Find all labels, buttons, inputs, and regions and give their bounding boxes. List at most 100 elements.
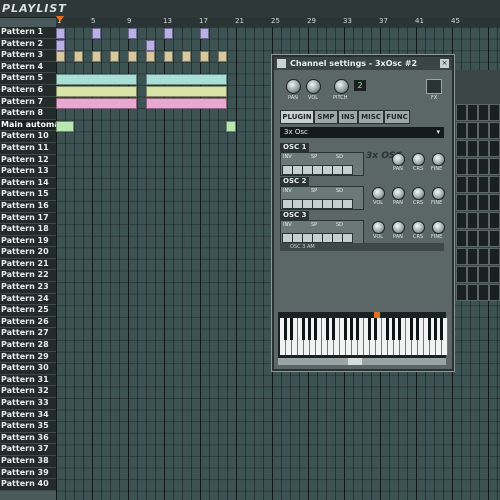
fx-icon[interactable]: [426, 79, 442, 94]
track-label[interactable]: Pattern 19: [0, 235, 56, 248]
step-button[interactable]: [467, 122, 478, 139]
track-label[interactable]: Pattern 20: [0, 247, 56, 259]
step-button[interactable]: [478, 230, 489, 247]
piano-black-key[interactable]: [314, 318, 317, 340]
pattern-clip[interactable]: [146, 74, 227, 86]
track-label[interactable]: Pattern 30: [0, 363, 56, 375]
step-button[interactable]: [456, 104, 467, 121]
step-button[interactable]: [478, 176, 489, 193]
pattern-clip[interactable]: [146, 39, 155, 51]
custom-wave-icon[interactable]: [342, 233, 353, 243]
channel-number[interactable]: 2: [354, 80, 366, 91]
osc-3-am-toggle[interactable]: OSC 3 AM: [280, 243, 444, 251]
step-button[interactable]: [478, 140, 489, 157]
pitch-knob[interactable]: [334, 79, 349, 94]
track-label[interactable]: Pattern 24: [0, 293, 56, 306]
step-button[interactable]: [456, 122, 467, 139]
step-button[interactable]: [489, 158, 500, 175]
track-label[interactable]: Pattern 21: [0, 258, 56, 271]
pattern-clip[interactable]: [128, 51, 137, 63]
pan-knob[interactable]: [286, 79, 301, 94]
step-button[interactable]: [478, 248, 489, 265]
step-button[interactable]: [467, 266, 478, 283]
track-label[interactable]: Pattern 25: [0, 305, 56, 317]
osc-3-fine-knob[interactable]: [432, 221, 445, 234]
track-label[interactable]: Pattern 22: [0, 270, 56, 283]
volume-knob[interactable]: [306, 79, 321, 94]
track-label[interactable]: Pattern 14: [0, 177, 56, 190]
piano-black-key[interactable]: [332, 318, 335, 340]
pattern-clip[interactable]: [182, 51, 191, 63]
osc-2-vol-knob[interactable]: [372, 187, 385, 200]
piano-black-key[interactable]: [386, 318, 389, 340]
pattern-clip[interactable]: [74, 51, 83, 63]
pattern-clip[interactable]: [146, 86, 227, 97]
step-button[interactable]: [489, 104, 500, 121]
step-button[interactable]: [467, 212, 478, 229]
pattern-clip[interactable]: [226, 120, 236, 132]
track-label[interactable]: Pattern 10: [0, 131, 56, 143]
pattern-clip[interactable]: [110, 51, 119, 63]
plugin-selector[interactable]: 3x Osc ▾: [280, 127, 444, 138]
pattern-clip[interactable]: [200, 28, 209, 39]
track-label[interactable]: Main automation: [0, 119, 56, 132]
pattern-clip[interactable]: [128, 28, 137, 39]
osc-2-fine-knob[interactable]: [432, 187, 445, 200]
step-button[interactable]: [478, 104, 489, 121]
piano-black-key[interactable]: [326, 318, 329, 340]
custom-wave-icon[interactable]: [342, 165, 353, 175]
step-button[interactable]: [489, 194, 500, 211]
piano-keyboard[interactable]: [278, 312, 448, 364]
track-label[interactable]: Pattern 1: [0, 27, 56, 39]
track-label[interactable]: Pattern 28: [0, 340, 56, 352]
piano-black-key[interactable]: [344, 318, 347, 340]
track-label[interactable]: Pattern 5: [0, 73, 56, 85]
piano-black-key[interactable]: [302, 318, 305, 340]
pattern-clip[interactable]: [56, 74, 137, 86]
step-button[interactable]: [489, 230, 500, 247]
piano-black-key[interactable]: [434, 318, 437, 340]
step-button[interactable]: [456, 194, 467, 211]
step-button[interactable]: [489, 176, 500, 193]
close-icon[interactable]: ×: [440, 59, 449, 68]
pattern-clip[interactable]: [56, 86, 137, 97]
step-button[interactable]: [489, 248, 500, 265]
step-button[interactable]: [456, 284, 467, 301]
piano-black-key[interactable]: [350, 318, 353, 340]
step-button[interactable]: [467, 230, 478, 247]
step-button[interactable]: [467, 158, 478, 175]
step-button[interactable]: [456, 248, 467, 265]
piano-black-key[interactable]: [410, 318, 413, 340]
song-position-marker[interactable]: [56, 16, 64, 22]
step-button[interactable]: [478, 194, 489, 211]
step-button[interactable]: [456, 140, 467, 157]
piano-black-key[interactable]: [440, 318, 443, 340]
track-label[interactable]: Pattern 23: [0, 282, 56, 294]
custom-wave-icon[interactable]: [342, 199, 353, 209]
track-label[interactable]: Pattern 4: [0, 61, 56, 74]
track-label[interactable]: Pattern 11: [0, 142, 56, 155]
piano-black-key[interactable]: [416, 318, 419, 340]
pattern-clip[interactable]: [56, 28, 65, 39]
pattern-clip[interactable]: [200, 51, 209, 63]
piano-black-key[interactable]: [308, 318, 311, 340]
osc-1-pan-knob[interactable]: [392, 153, 405, 166]
piano-black-key[interactable]: [392, 318, 395, 340]
pattern-clip[interactable]: [56, 39, 65, 51]
piano-black-key[interactable]: [368, 318, 371, 340]
step-button[interactable]: [467, 104, 478, 121]
track-label[interactable]: Pattern 18: [0, 224, 56, 236]
track-label[interactable]: Pattern 29: [0, 351, 56, 364]
osc-3-vol-knob[interactable]: [372, 221, 385, 234]
scrollbar-thumb[interactable]: [348, 358, 362, 365]
track-label[interactable]: Pattern 34: [0, 409, 56, 422]
pattern-clip[interactable]: [56, 120, 74, 132]
track-label[interactable]: Pattern 32: [0, 386, 56, 398]
tab-misc[interactable]: MISC: [358, 110, 384, 124]
osc-3-crs-knob[interactable]: [412, 221, 425, 234]
step-button[interactable]: [456, 158, 467, 175]
osc-2-crs-knob[interactable]: [412, 187, 425, 200]
invert-label[interactable]: INV: [283, 222, 292, 228]
track-label[interactable]: Pattern 36: [0, 432, 56, 445]
piano-black-key[interactable]: [290, 318, 293, 340]
